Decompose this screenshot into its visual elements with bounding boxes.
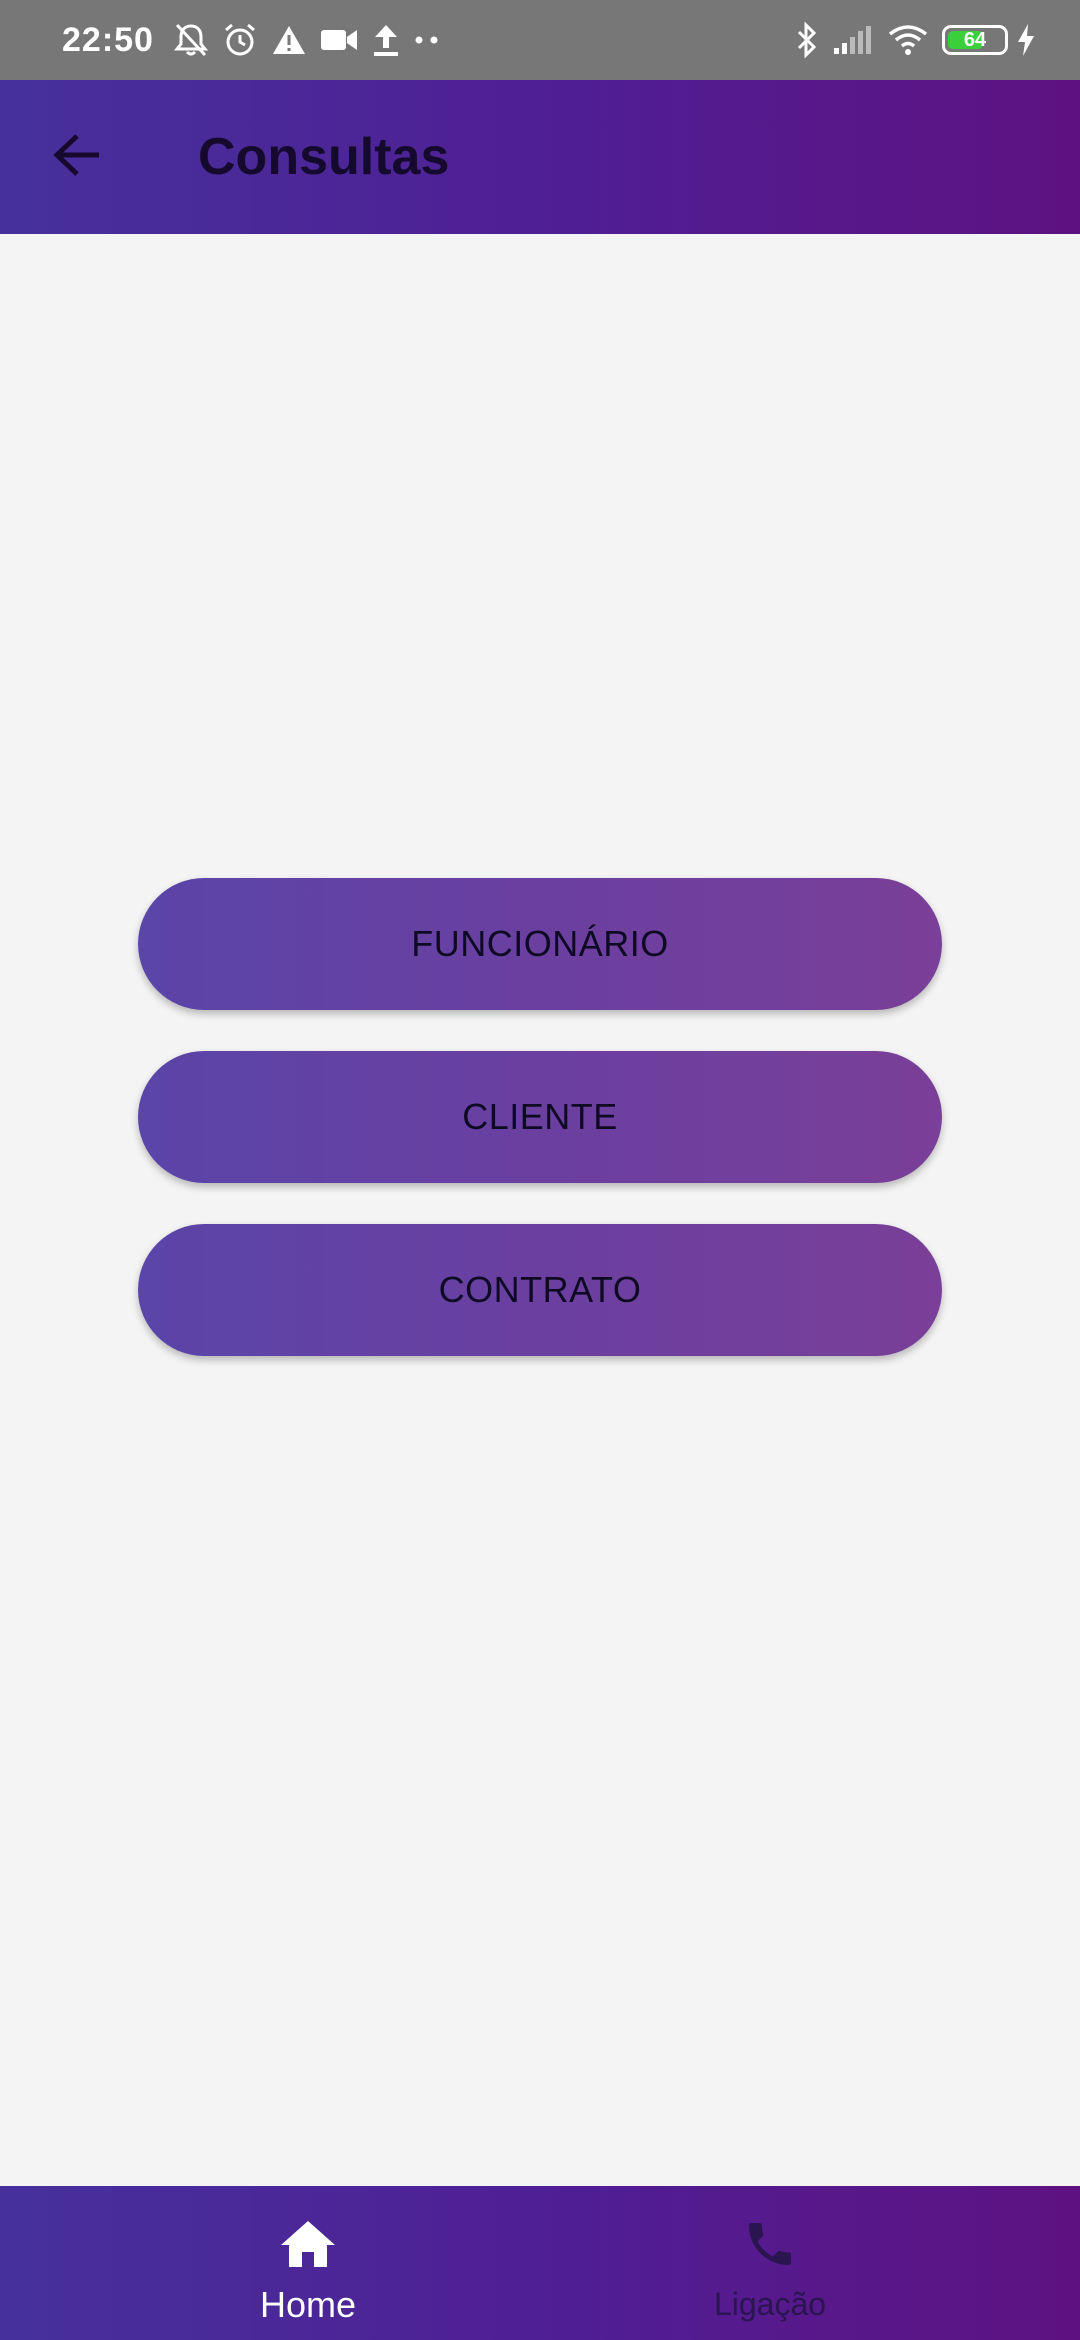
cliente-button[interactable]: CLIENTE: [138, 1051, 942, 1183]
contrato-button[interactable]: CONTRATO: [138, 1224, 942, 1356]
bottom-nav: Home Ligação: [0, 2186, 1080, 2340]
status-left: 22:50: [62, 21, 454, 60]
upload-icon: [372, 23, 400, 57]
video-icon: [320, 27, 358, 53]
page-title: Consultas: [198, 128, 450, 186]
status-bar: 22:50 64: [0, 0, 1080, 80]
arrow-left-icon: [53, 133, 103, 182]
battery-icon: 64: [942, 25, 1008, 55]
nav-label-home: Home: [259, 2284, 357, 2325]
screen: 22:50 64 Consultas FUNCIONÁRIO CLIENTE C…: [0, 0, 1080, 2340]
menu-list: FUNCIONÁRIO CLIENTE CONTRATO: [138, 878, 942, 1397]
nav-label-ligacao: Ligação: [713, 2286, 827, 2322]
warning-icon: [272, 24, 306, 56]
charging-icon: [1016, 23, 1036, 57]
home-icon: [279, 2214, 337, 2274]
bluetooth-icon: [796, 22, 818, 58]
bell-off-icon: [173, 22, 208, 58]
back-button[interactable]: [38, 117, 118, 197]
signal-icon: [832, 24, 874, 56]
battery-level: 64: [963, 28, 987, 51]
nav-item-ligacao[interactable]: Ligação: [620, 2186, 920, 2340]
phone-icon: [742, 2214, 798, 2274]
funcionario-button[interactable]: FUNCIONÁRIO: [138, 878, 942, 1010]
status-right: 64: [796, 22, 1050, 58]
more-dots-icon: [414, 35, 440, 45]
alarm-icon: [222, 22, 258, 58]
nav-item-home[interactable]: Home: [158, 2186, 458, 2340]
app-bar: Consultas: [0, 80, 1080, 234]
status-time: 22:50: [62, 20, 154, 59]
wifi-icon: [888, 24, 928, 56]
